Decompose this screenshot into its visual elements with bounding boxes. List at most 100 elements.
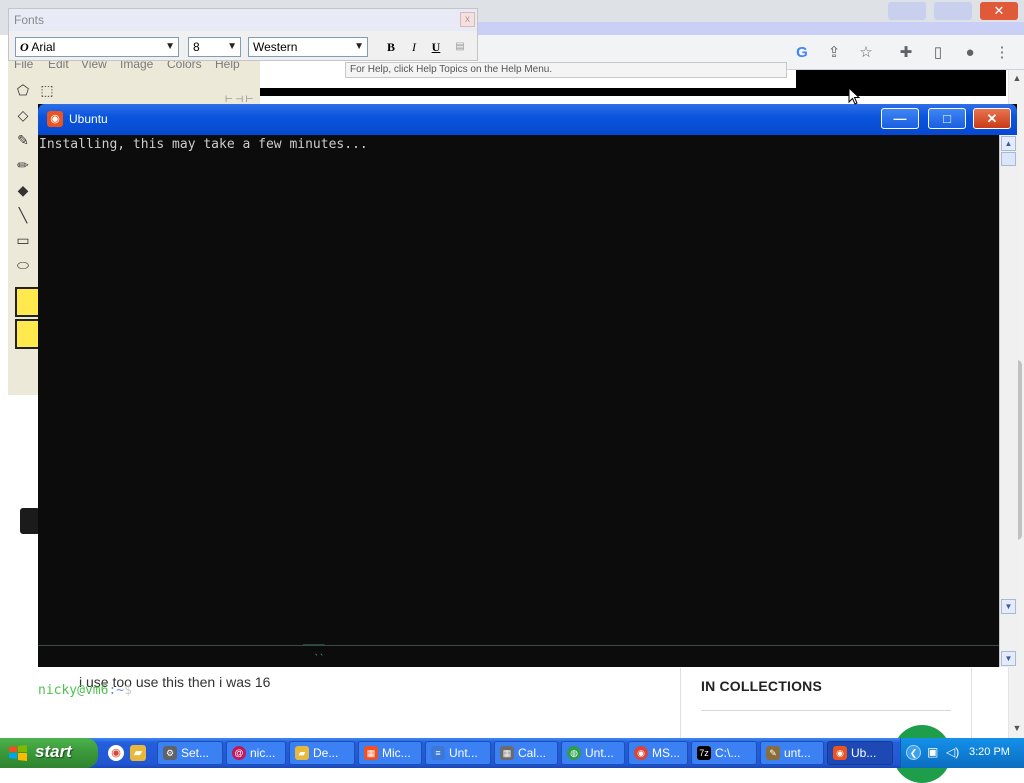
scroll-up-icon[interactable]: ▲ bbox=[1009, 70, 1024, 86]
browser-minimize-button[interactable] bbox=[888, 2, 926, 20]
bold-button[interactable]: B bbox=[382, 39, 400, 55]
ubuntu-titlebar[interactable]: ◉ Ubuntu — □ ✕ bbox=[38, 104, 1017, 135]
network-icon[interactable]: ▣ bbox=[927, 745, 938, 759]
google-icon[interactable]: G bbox=[793, 44, 811, 62]
clock[interactable]: 3:20 PM bbox=[969, 746, 1010, 758]
folder-quicklaunch-icon[interactable]: ▰ bbox=[130, 745, 146, 761]
bookmark-star-icon[interactable]: ☆ bbox=[857, 44, 875, 62]
chrome-icon: ◉ bbox=[634, 746, 648, 760]
terminal-output[interactable]: Installing, this may take a few minutes.… bbox=[38, 135, 999, 698]
task-nicky[interactable]: @ nic... bbox=[226, 741, 286, 765]
color-picker-icon[interactable]: ✎ bbox=[12, 130, 34, 150]
task-label: De... bbox=[313, 746, 339, 760]
extensions-icon[interactable]: ✚ bbox=[897, 44, 915, 62]
task-label: Unt... bbox=[449, 746, 478, 760]
line-tool-icon[interactable]: ╲ bbox=[12, 205, 34, 225]
task-ubuntu[interactable]: ◉ Ub... bbox=[827, 741, 893, 765]
fonts-close-button[interactable]: x bbox=[460, 12, 475, 27]
maximize-button[interactable]: □ bbox=[928, 108, 966, 129]
font-script-select[interactable]: Western ▼ bbox=[248, 37, 368, 57]
side-panel-icon[interactable]: ▯ bbox=[929, 44, 947, 62]
shell-prompt: nicky@vm6:~$ bbox=[38, 683, 132, 698]
free-select-icon[interactable]: ⬠ bbox=[12, 80, 34, 100]
ubuntu-icon: ◉ bbox=[833, 746, 847, 760]
fonts-title: Fonts bbox=[14, 13, 45, 27]
start-label: start bbox=[35, 742, 72, 761]
terminal-scrollbar[interactable]: ▲ ▼ ▼ bbox=[999, 135, 1018, 667]
settings-icon: ⚙ bbox=[163, 746, 177, 760]
scroll-down-icon[interactable]: ▼ bbox=[1009, 720, 1024, 736]
vertical-text-icon[interactable]: ▤ bbox=[451, 39, 469, 55]
ubuntu-terminal-window: ◉ Ubuntu — □ ✕ Installing, this may take… bbox=[38, 104, 1018, 698]
task-7zip[interactable]: 7z C:\... bbox=[691, 741, 757, 765]
share-icon[interactable]: ⇪ bbox=[825, 44, 843, 62]
paint-status-hint: For Help, click Help Topics on the Help … bbox=[345, 62, 787, 78]
page-dark-strip bbox=[259, 88, 799, 96]
task-label: Ub... bbox=[851, 746, 877, 760]
task-notepad[interactable]: ≡ Unt... bbox=[425, 741, 491, 765]
close-button[interactable]: ✕ bbox=[973, 108, 1011, 129]
collections-heading: IN COLLECTIONS bbox=[701, 678, 823, 694]
terminal-scroll-thumb[interactable] bbox=[1001, 152, 1016, 166]
7zip-icon: 7z bbox=[697, 746, 711, 760]
start-button[interactable]: start bbox=[0, 738, 98, 768]
minimize-button[interactable]: — bbox=[881, 108, 919, 129]
scroll-down-icon[interactable]: ▼ bbox=[1001, 599, 1016, 614]
task-chrome[interactable]: ◉ MS... bbox=[628, 741, 688, 765]
microsoft-store-icon: ▦ bbox=[364, 746, 378, 760]
italic-button[interactable]: I bbox=[405, 39, 423, 55]
browser-close-button[interactable]: ✕ bbox=[980, 2, 1018, 20]
debian-icon: @ bbox=[232, 746, 246, 760]
page-dark-banner bbox=[796, 70, 1006, 96]
terminal-artifact: ‾‾‾‾ `` bbox=[303, 644, 325, 664]
prompt-symbol: $ bbox=[124, 683, 132, 698]
taskbar: start ◉ ▰ ⚙ Set... @ nic... ▰ De... ▦ Mi… bbox=[0, 738, 1024, 768]
notepad-icon: ≡ bbox=[431, 746, 445, 760]
rect-select-icon[interactable]: ⬚ bbox=[36, 80, 58, 100]
font-name-value: Arial bbox=[31, 40, 56, 54]
profile-icon[interactable]: ● bbox=[961, 44, 979, 62]
font-script-value: Western bbox=[253, 40, 298, 54]
show-hidden-icons-button[interactable]: ❮ bbox=[906, 745, 921, 760]
system-tray: ❮ ▣ ◁) 3:20 PM bbox=[900, 738, 1024, 768]
menu-kebab-icon[interactable]: ⋮ bbox=[993, 44, 1011, 62]
collections-divider bbox=[701, 710, 951, 711]
task-calculator[interactable]: ▦ Cal... bbox=[494, 741, 558, 765]
chevron-down-icon: ▼ bbox=[165, 41, 175, 52]
scroll-down-icon[interactable]: ▼ bbox=[1001, 651, 1016, 666]
task-microsoft[interactable]: ▦ Mic... bbox=[358, 741, 422, 765]
comment-bubble-icon bbox=[20, 508, 40, 534]
prompt-user: nicky@vm6 bbox=[38, 683, 109, 698]
fonts-toolbar-window: Fonts x O Arial ▼ 8 ▼ Western ▼ B I U ▤ bbox=[8, 8, 478, 61]
ellipse-tool-icon[interactable]: ⬭ bbox=[12, 255, 34, 275]
task-label: MS... bbox=[652, 746, 681, 760]
browser-maximize-button[interactable] bbox=[934, 2, 972, 20]
eraser-icon[interactable]: ◇ bbox=[12, 105, 34, 125]
fonts-titlebar: Fonts x bbox=[9, 9, 477, 31]
chevron-down-icon: ▼ bbox=[354, 41, 364, 52]
task-untitled-paint[interactable]: ✎ unt... bbox=[760, 741, 824, 765]
pencil-icon[interactable]: ✏ bbox=[12, 155, 34, 175]
volume-icon[interactable]: ◁) bbox=[946, 745, 959, 759]
task-desktop[interactable]: ▰ De... bbox=[289, 741, 355, 765]
fill-bucket-icon[interactable]: ◆ bbox=[12, 180, 34, 200]
terminal-install-message: Installing, this may take a few minutes.… bbox=[39, 137, 368, 152]
task-label: Mic... bbox=[382, 746, 411, 760]
font-name-select[interactable]: O Arial ▼ bbox=[15, 37, 179, 57]
task-label: Unt... bbox=[585, 746, 614, 760]
task-settings[interactable]: ⚙ Set... bbox=[157, 741, 223, 765]
font-size-select[interactable]: 8 ▼ bbox=[188, 37, 241, 57]
windows-flag-icon bbox=[9, 745, 27, 761]
terminal-divider bbox=[38, 645, 999, 646]
globe-icon: ◍ bbox=[567, 746, 581, 760]
task-untitled-web[interactable]: ◍ Unt... bbox=[561, 741, 625, 765]
task-label: C:\... bbox=[715, 746, 741, 760]
underline-button[interactable]: U bbox=[427, 39, 445, 55]
browser-tab-strip bbox=[478, 22, 1024, 35]
chevron-down-icon: ▼ bbox=[227, 41, 237, 52]
chrome-quicklaunch-icon[interactable]: ◉ bbox=[108, 745, 124, 761]
scroll-up-icon[interactable]: ▲ bbox=[1001, 136, 1016, 151]
folder-icon: ▰ bbox=[295, 746, 309, 760]
rectangle-tool-icon[interactable]: ▭ bbox=[12, 230, 34, 250]
task-label: unt... bbox=[784, 746, 811, 760]
